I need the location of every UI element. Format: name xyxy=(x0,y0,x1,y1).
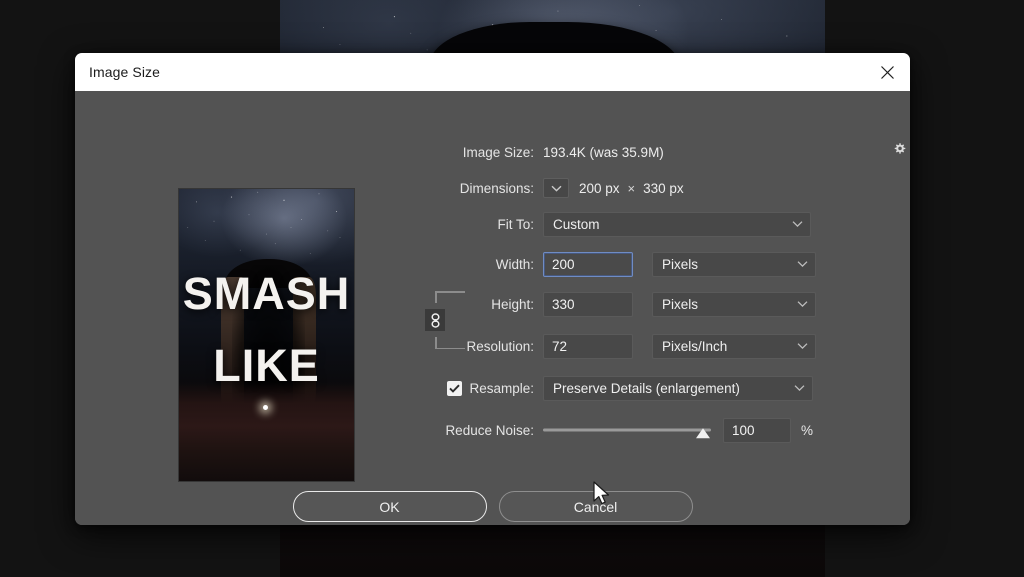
chevron-down-icon xyxy=(794,385,805,392)
ok-button[interactable]: OK xyxy=(292,491,487,522)
gear-icon-glyph xyxy=(894,143,906,154)
height-row: Height: 330 Pixels xyxy=(415,291,885,317)
image-size-label: Image Size: xyxy=(462,144,534,160)
chevron-down-icon xyxy=(797,261,808,268)
width-label: Width: xyxy=(495,256,534,272)
check-icon xyxy=(449,384,461,393)
dialog-buttons: OK Cancel xyxy=(75,491,910,522)
close-icon-glyph xyxy=(880,65,894,79)
width-row: Width: 200 Pixels xyxy=(415,251,885,277)
height-unit-value: Pixels xyxy=(662,296,699,312)
constrain-bracket-top-stem xyxy=(435,291,437,303)
dialog-titlebar: Image Size xyxy=(75,53,910,91)
dialog-body: SMASH LIKE Image Size: 193.4K (was 35.9M… xyxy=(75,91,910,525)
chain-link-icon-glyph xyxy=(430,312,440,328)
resolution-row: Resolution: 72 Pixels/Inch xyxy=(415,333,885,359)
image-size-dialog: Image Size SMASH LIKE Image Size: 193.4K… xyxy=(75,53,910,525)
reduce-noise-row: Reduce Noise: 100 % xyxy=(415,417,885,443)
image-preview-thumbnail[interactable]: SMASH LIKE xyxy=(179,189,354,481)
slider-thumb[interactable] xyxy=(695,428,710,439)
resolution-unit-value: Pixels/Inch xyxy=(662,338,728,354)
resample-select[interactable]: Preserve Details (enlargement) xyxy=(543,375,813,401)
resolution-value: 72 xyxy=(552,338,568,354)
dialog-title: Image Size xyxy=(89,64,161,80)
fit-to-value: Custom xyxy=(553,216,600,232)
resample-label-group: Resample: xyxy=(415,380,543,396)
cancel-button[interactable]: Cancel xyxy=(498,491,693,522)
height-unit-select[interactable]: Pixels xyxy=(652,291,816,317)
height-input[interactable]: 330 xyxy=(543,291,633,317)
reduce-noise-value: 100 xyxy=(732,422,755,438)
reduce-noise-label: Reduce Noise: xyxy=(445,422,534,438)
dimensions-separator: × xyxy=(627,180,636,196)
chain-link-icon[interactable] xyxy=(425,309,445,331)
resample-value: Preserve Details (enlargement) xyxy=(553,380,740,396)
reduce-noise-unit: % xyxy=(801,422,814,438)
resolution-input[interactable]: 72 xyxy=(543,333,633,359)
fit-to-row: Fit To: Custom xyxy=(415,211,885,237)
chevron-down-icon xyxy=(792,221,803,228)
reduce-noise-slider[interactable] xyxy=(543,419,711,441)
dimensions-width-value: 200 px xyxy=(579,180,620,196)
height-value: 330 xyxy=(552,296,575,312)
constrain-proportions-group xyxy=(421,289,465,351)
chevron-down-icon xyxy=(551,185,561,192)
screen: Image Size SMASH LIKE Image Size: 193.4K… xyxy=(0,0,1024,577)
fit-to-select[interactable]: Custom xyxy=(543,211,811,237)
resample-checkbox[interactable] xyxy=(447,380,463,396)
constrain-bracket-top xyxy=(435,291,465,293)
width-input[interactable]: 200 xyxy=(543,251,633,277)
chevron-down-icon xyxy=(797,343,808,350)
constrain-bracket-bottom xyxy=(435,347,465,349)
fit-to-label: Fit To: xyxy=(497,216,534,232)
reduce-noise-input[interactable]: 100 xyxy=(723,417,791,443)
slider-track xyxy=(543,428,711,432)
close-icon[interactable] xyxy=(864,53,910,91)
dimensions-units-dropdown[interactable] xyxy=(543,178,569,198)
width-unit-value: Pixels xyxy=(662,256,699,272)
dimensions-label: Dimensions: xyxy=(459,180,534,196)
gear-icon[interactable] xyxy=(892,142,910,157)
image-size-value: 193.4K (was 35.9M) xyxy=(543,144,664,160)
dimensions-height-value: 330 px xyxy=(643,180,684,196)
image-size-row: Image Size: 193.4K (was 35.9M) xyxy=(415,139,906,165)
resample-label: Resample: xyxy=(469,380,534,396)
resolution-unit-select[interactable]: Pixels/Inch xyxy=(652,333,816,359)
constrain-bracket-bottom-stem xyxy=(435,337,437,349)
width-value: 200 xyxy=(552,256,575,272)
resample-row: Resample: Preserve Details (enlargement) xyxy=(415,375,885,401)
image-size-form: Image Size: 193.4K (was 35.9M) Dimension… xyxy=(415,139,906,453)
dimensions-row: Dimensions: 200 px × 330 px xyxy=(415,175,885,201)
width-unit-select[interactable]: Pixels xyxy=(652,251,816,277)
preview-ground xyxy=(179,381,354,481)
chevron-down-icon xyxy=(797,301,808,308)
